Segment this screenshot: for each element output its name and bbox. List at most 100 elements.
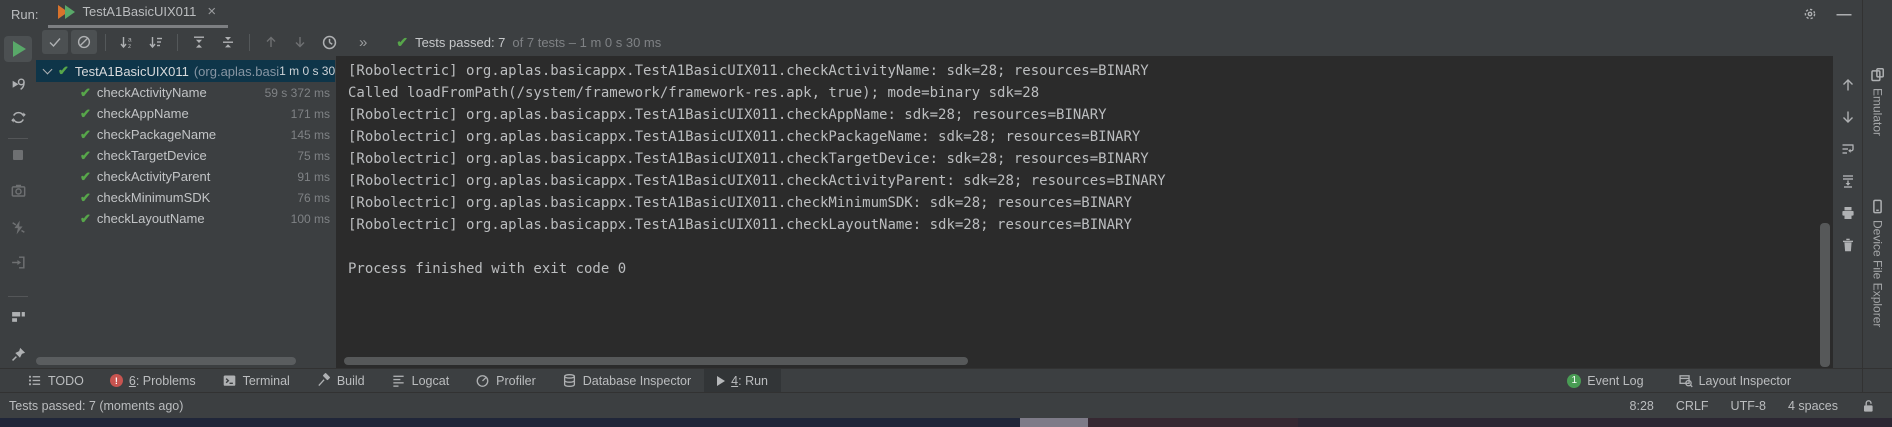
toolbar-overflow-icon[interactable]: » xyxy=(359,34,367,51)
tree-row-test[interactable]: ✔ checkTargetDevice 75 ms xyxy=(36,145,335,166)
right-tool-window-strip: Emulator Device File Explorer xyxy=(1862,0,1892,392)
tree-row-test[interactable]: ✔ checkAppName 171 ms xyxy=(36,103,335,124)
sort-by-duration-button[interactable] xyxy=(143,30,169,54)
device-icon xyxy=(1869,198,1886,215)
tool-button-device-file-explorer[interactable]: Device File Explorer xyxy=(1869,198,1886,327)
test-toolbar: a z xyxy=(36,28,1862,56)
run-header: Run: TestA1BasicUIX011 × — xyxy=(0,0,1892,28)
console-vertical-scrollbar[interactable] xyxy=(1820,223,1830,367)
profiler-icon xyxy=(475,373,490,388)
apply-changes-icon[interactable] xyxy=(4,214,32,240)
test-passed-check-icon: ✔ xyxy=(58,63,69,79)
tool-button-problems[interactable]: ! 6: Problems xyxy=(97,369,209,393)
test-passed-check-icon: ✔ xyxy=(80,127,91,143)
run-tool-window: Run: TestA1BasicUIX011 × — xyxy=(0,0,1892,427)
sort-alphabetically-button[interactable]: a z xyxy=(114,30,140,54)
taskbar-edge xyxy=(0,418,1892,427)
console-line xyxy=(348,236,1833,258)
expand-all-button[interactable] xyxy=(186,30,212,54)
emulator-icon xyxy=(1869,66,1886,83)
show-passed-button[interactable] xyxy=(42,30,68,54)
test-duration: 75 ms xyxy=(297,149,330,163)
tab-close-icon[interactable]: × xyxy=(207,3,216,20)
test-duration: 91 ms xyxy=(297,170,330,184)
tree-row-root[interactable]: ✔ TestA1BasicUIX011 (org.aplas.basi 1 m … xyxy=(36,60,335,82)
test-passed-check-icon: ✔ xyxy=(80,211,91,227)
stop-button[interactable] xyxy=(4,141,32,167)
console-horizontal-scrollbar[interactable] xyxy=(344,357,968,365)
test-passed-check-icon: ✔ xyxy=(80,169,91,185)
test-passed-check-icon: ✔ xyxy=(80,190,91,206)
tool-button-logcat[interactable]: Logcat xyxy=(378,369,463,393)
soft-wrap-icon[interactable] xyxy=(1839,140,1857,157)
database-icon xyxy=(562,373,577,388)
test-name: checkLayoutName xyxy=(97,211,205,226)
console-line: [Robolectric] org.aplas.basicappx.TestA1… xyxy=(348,192,1833,214)
rerun-failed-tests-icon[interactable] xyxy=(4,71,32,97)
test-duration: 171 ms xyxy=(291,107,330,121)
problems-error-icon: ! xyxy=(110,374,123,387)
console-line: [Robolectric] org.aplas.basicappx.TestA1… xyxy=(348,60,1833,82)
pin-icon[interactable] xyxy=(4,342,32,368)
console-line: [Robolectric] org.aplas.basicappx.TestA1… xyxy=(348,148,1833,170)
build-hammer-icon xyxy=(316,373,331,388)
tool-button-todo[interactable]: TODO xyxy=(14,369,97,393)
console-line: [Robolectric] org.aplas.basicappx.TestA1… xyxy=(348,126,1833,148)
show-ignored-button[interactable] xyxy=(71,30,97,54)
console-line: Called loadFromPath(/system/framework/fr… xyxy=(348,82,1833,104)
tree-row-test[interactable]: ✔ checkLayoutName 100 ms xyxy=(36,208,335,229)
test-name: checkPackageName xyxy=(97,127,216,142)
tool-button-layout-inspector[interactable]: Layout Inspector xyxy=(1665,369,1804,393)
rerun-button[interactable] xyxy=(4,36,32,62)
test-passed-check-icon: ✔ xyxy=(80,148,91,164)
tab-title: TestA1BasicUIX011 xyxy=(82,4,196,19)
test-tree: ✔ TestA1BasicUIX011 (org.aplas.basi 1 m … xyxy=(36,56,335,368)
console-output[interactable]: [Robolectric] org.aplas.basicappx.TestA1… xyxy=(336,56,1833,368)
print-icon[interactable] xyxy=(1839,204,1857,221)
tree-row-test[interactable]: ✔ checkMinimumSDK 76 ms xyxy=(36,187,335,208)
unlock-icon[interactable] xyxy=(1860,398,1876,414)
tool-button-event-log[interactable]: 1 Event Log xyxy=(1554,369,1656,393)
test-history-button[interactable] xyxy=(316,30,342,54)
tool-window-bar: TODO ! 6: Problems Terminal Build xyxy=(0,368,1892,392)
test-name: checkTargetDevice xyxy=(97,148,207,163)
console-process-finished-line: Process finished with exit code 0 xyxy=(348,258,1833,280)
test-name: checkAppName xyxy=(97,106,189,121)
tool-button-build[interactable]: Build xyxy=(303,369,378,393)
screenshot-camera-icon[interactable] xyxy=(4,178,32,204)
tree-row-test[interactable]: ✔ checkPackageName 145 ms xyxy=(36,124,335,145)
up-the-stack-trace-icon[interactable] xyxy=(1839,76,1857,93)
logcat-icon xyxy=(391,373,406,388)
previous-occurrence-button[interactable] xyxy=(258,30,284,54)
chevron-down-icon[interactable] xyxy=(43,65,53,75)
tool-button-database-inspector[interactable]: Database Inspector xyxy=(549,369,704,393)
emulator-label: Emulator xyxy=(1871,88,1885,136)
tool-button-run[interactable]: 4: Run xyxy=(704,369,781,393)
console-line: [Robolectric] org.aplas.basicappx.TestA1… xyxy=(348,170,1833,192)
caret-position[interactable]: 8:28 xyxy=(1630,399,1654,413)
run-icon xyxy=(717,376,725,386)
settings-gear-icon[interactable] xyxy=(1798,2,1822,26)
tool-button-terminal[interactable]: Terminal xyxy=(209,369,303,393)
tree-row-test[interactable]: ✔ checkActivityParent 91 ms xyxy=(36,166,335,187)
root-test-duration: 1 m 0 s 30 ms xyxy=(279,64,335,78)
toggle-auto-test-icon[interactable] xyxy=(4,104,32,130)
tests-passed-check-icon: ✔ xyxy=(396,34,408,51)
next-occurrence-button[interactable] xyxy=(287,30,313,54)
down-the-stack-trace-icon[interactable] xyxy=(1839,108,1857,125)
indent-setting[interactable]: 4 spaces xyxy=(1788,399,1838,413)
tree-horizontal-scrollbar[interactable] xyxy=(36,357,296,365)
tab-testa1basicuix011[interactable]: TestA1BasicUIX011 × xyxy=(48,0,228,28)
console-line: [Robolectric] org.aplas.basicappx.TestA1… xyxy=(348,104,1833,126)
tree-row-test[interactable]: ✔ checkActivityName 59 s 372 ms xyxy=(36,82,335,103)
clear-console-trash-icon[interactable] xyxy=(1839,236,1857,253)
file-encoding[interactable]: UTF-8 xyxy=(1731,399,1766,413)
line-ending[interactable]: CRLF xyxy=(1676,399,1709,413)
scroll-to-end-icon[interactable] xyxy=(1839,172,1857,189)
tool-button-emulator[interactable]: Emulator xyxy=(1869,66,1886,136)
collapse-all-button[interactable] xyxy=(215,30,241,54)
restore-layout-icon[interactable] xyxy=(4,303,32,329)
attach-debugger-icon[interactable] xyxy=(4,250,32,276)
tool-button-profiler[interactable]: Profiler xyxy=(462,369,549,393)
hide-tool-window-icon[interactable]: — xyxy=(1832,2,1856,26)
